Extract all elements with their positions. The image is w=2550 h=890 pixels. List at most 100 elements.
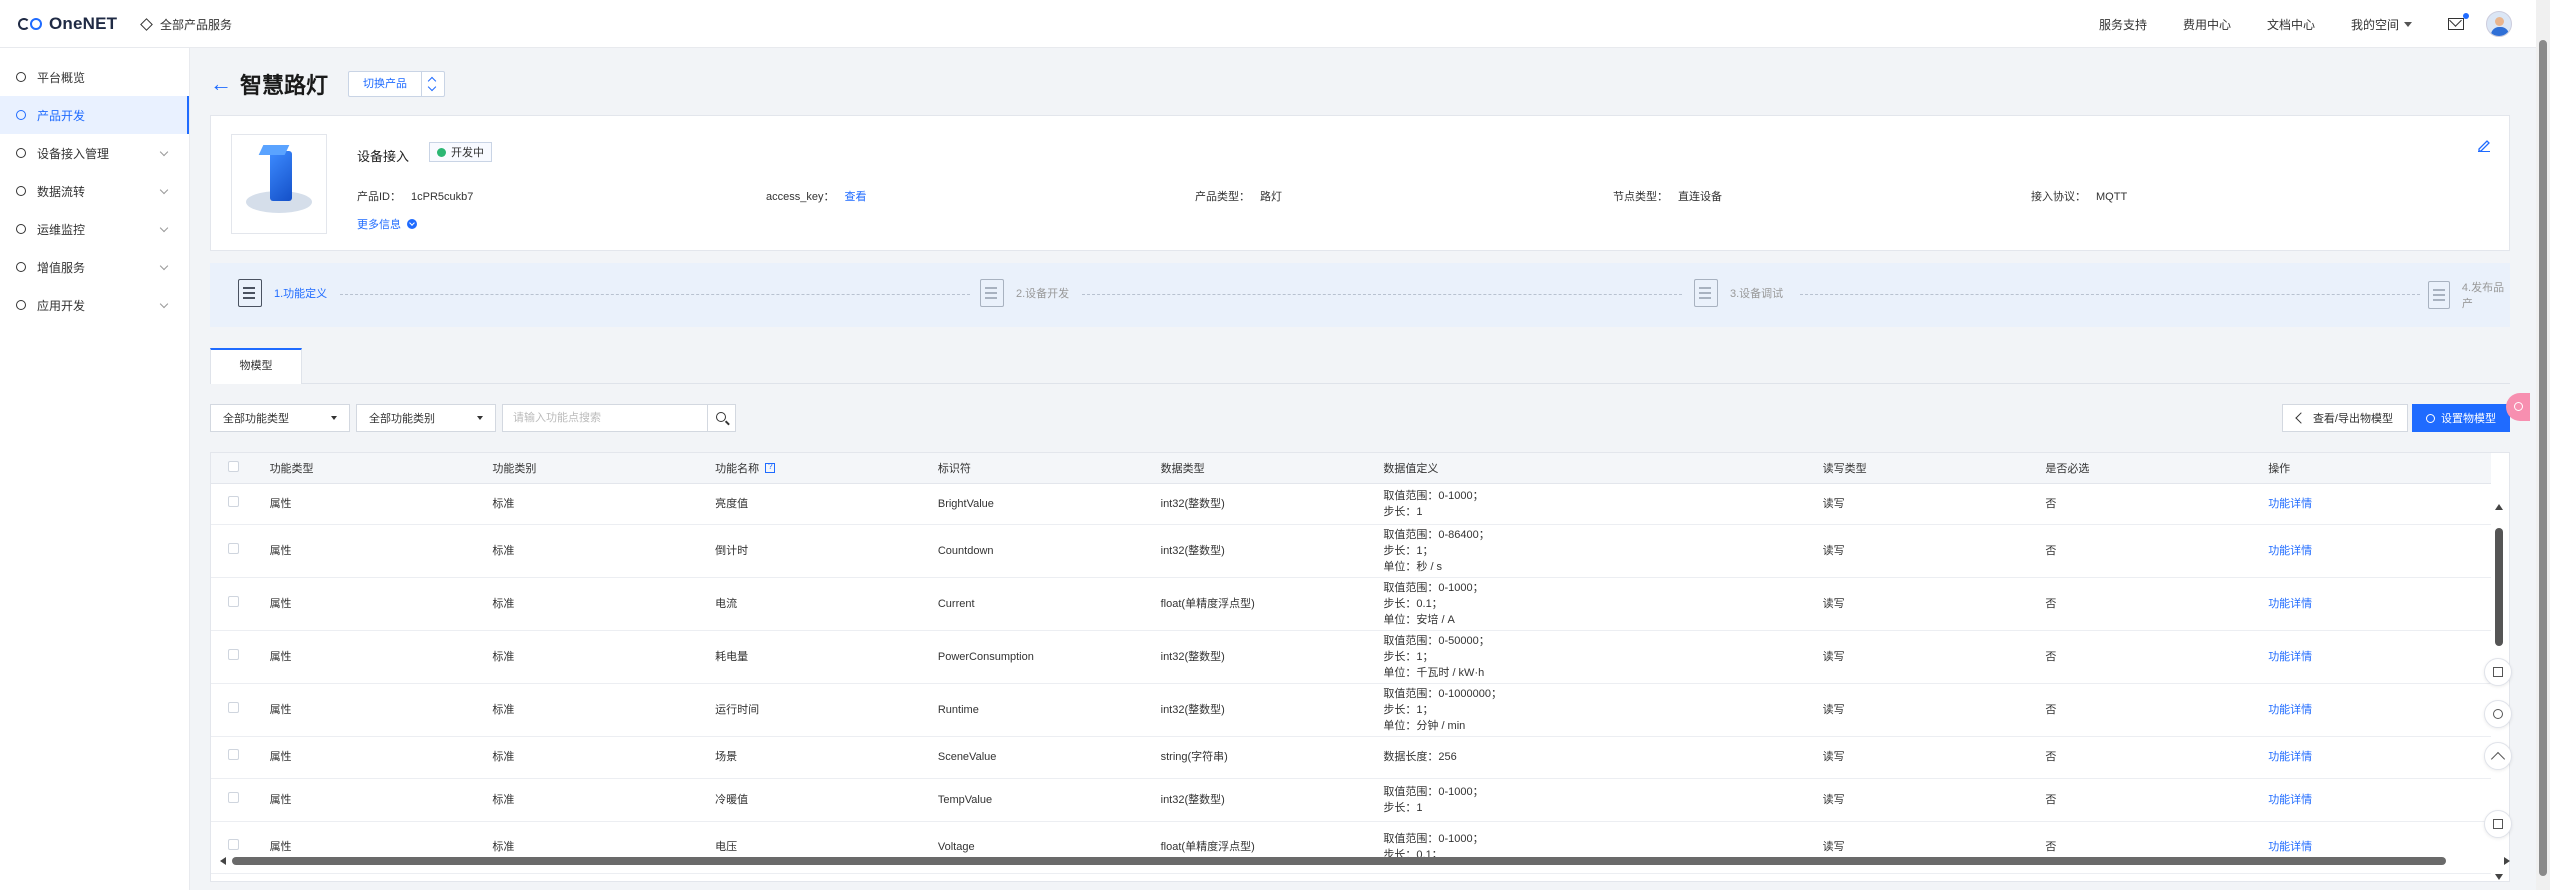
select-all-checkbox[interactable]: [228, 460, 239, 472]
back-arrow-icon[interactable]: ←: [210, 73, 232, 95]
setup-model-button[interactable]: 设置物模型: [2412, 404, 2510, 432]
sidebar-item-app-dev[interactable]: 应用开发: [0, 286, 189, 324]
filter-bar: 全部功能类型 全部功能类别: [210, 404, 736, 432]
row-checkbox[interactable]: [228, 542, 239, 554]
all-products-menu[interactable]: 全部产品服务: [140, 16, 233, 33]
scroll-down-arrow-icon[interactable]: [2495, 874, 2503, 880]
definition-line: 取值范围：0-1000；: [1383, 833, 1484, 845]
view-export-model-button[interactable]: 查看/导出物模型: [2281, 404, 2408, 432]
nav-billing-center[interactable]: 费用中心: [2183, 16, 2231, 33]
scroll-thumb[interactable]: [232, 857, 2446, 865]
onenet-logo[interactable]: OneNET: [18, 14, 117, 34]
access-key-label: access_key：: [766, 191, 835, 203]
nav-docs-center[interactable]: 文档中心: [2267, 16, 2315, 33]
cell-function-type: 属性: [269, 683, 493, 737]
cell-function-name: 电流: [715, 577, 938, 631]
setup-icon: [2426, 413, 2435, 423]
step-divider: [340, 294, 970, 295]
scroll-thumb[interactable]: [2495, 528, 2503, 646]
sidebar-item-data-flow[interactable]: 数据流转: [0, 172, 189, 210]
tab-thing-model[interactable]: 物模型: [210, 348, 302, 384]
row-checkbox[interactable]: [228, 701, 239, 713]
access-key-view-link[interactable]: 查看: [844, 191, 866, 203]
switch-product-button[interactable]: 切换产品: [348, 71, 446, 97]
assistant-icon: [2514, 402, 2523, 411]
help-button[interactable]: [2484, 700, 2512, 728]
row-checkbox[interactable]: [228, 648, 239, 660]
definition-line: 单位：千瓦时 / kW·h: [1383, 666, 1485, 679]
all-products-label: 全部产品服务: [160, 18, 233, 32]
function-type-select[interactable]: 全部功能类型: [210, 404, 350, 432]
definition-line: 取值范围：0-1000；: [1383, 581, 1484, 594]
function-category-select[interactable]: 全部功能类别: [356, 404, 496, 432]
function-detail-link[interactable]: 功能详情: [2268, 751, 2312, 763]
sidebar-item-device-access[interactable]: 设备接入管理: [0, 134, 189, 172]
more-info-link[interactable]: 更多信息: [357, 216, 417, 232]
function-detail-link[interactable]: 功能详情: [2268, 498, 2312, 510]
table-horizontal-scrollbar[interactable]: [220, 856, 2510, 866]
sidebar-item-label: 设备接入管理: [37, 146, 110, 161]
back-to-top-button[interactable]: [2484, 742, 2512, 770]
function-detail-link[interactable]: 功能详情: [2268, 794, 2312, 806]
monitor-icon: [16, 224, 26, 234]
help-icon[interactable]: [765, 462, 776, 473]
edit-icon[interactable]: [2477, 138, 2491, 152]
row-checkbox[interactable]: [228, 791, 239, 803]
assistant-tab[interactable]: [2506, 393, 2530, 421]
cell-data-type: int32(整数型): [1160, 524, 1384, 578]
scroll-right-arrow-icon[interactable]: [2504, 857, 2510, 865]
up-down-icon[interactable]: [422, 72, 444, 96]
product-id-label: 产品ID：: [357, 191, 401, 203]
cell-function-name: 耗电量: [715, 630, 938, 684]
sidebar-item-value-added[interactable]: 增值服务: [0, 248, 189, 286]
cell-rw-type: 读写: [1822, 483, 2046, 525]
row-checkbox[interactable]: [228, 749, 239, 760]
node-type-label: 节点类型：: [1613, 191, 1668, 203]
sidebar-item-ops-monitor[interactable]: 运维监控: [0, 210, 189, 248]
chevron-down-icon: [159, 147, 169, 157]
step-device-dev[interactable]: 2.设备开发: [980, 279, 1069, 307]
cell-identifier: Current: [937, 577, 1161, 631]
function-detail-link[interactable]: 功能详情: [2268, 598, 2312, 610]
sidebar-item-label: 产品开发: [37, 108, 86, 123]
scroll-up-arrow-icon[interactable]: [2495, 504, 2503, 510]
page-scroll-thumb[interactable]: [2539, 40, 2547, 876]
function-detail-link[interactable]: 功能详情: [2268, 545, 2312, 557]
function-detail-link[interactable]: 功能详情: [2268, 841, 2312, 853]
function-detail-link[interactable]: 功能详情: [2268, 704, 2312, 716]
sidebar-item-platform-overview[interactable]: 平台概览: [0, 58, 189, 96]
panel-icon: [2493, 819, 2503, 829]
cell-rw-type: 读写: [1822, 683, 2046, 737]
header-required: 是否必选: [2045, 453, 2269, 484]
row-checkbox[interactable]: [228, 839, 239, 850]
definition-line: 单位：分钟 / min: [1383, 719, 1466, 732]
feedback-button[interactable]: [2484, 658, 2512, 686]
step-device-debug[interactable]: 3.设备调试: [1694, 279, 1783, 307]
avatar[interactable]: [2486, 11, 2512, 37]
caret-down-icon: [331, 416, 337, 420]
nav-my-space[interactable]: 我的空间: [2351, 16, 2412, 33]
nav-service-support[interactable]: 服务支持: [2099, 16, 2147, 33]
definition-line: 单位：安培 / A: [1383, 613, 1455, 626]
search-icon[interactable]: [708, 404, 736, 432]
product-name: 设备接入: [357, 149, 410, 164]
mail-icon[interactable]: [2448, 13, 2469, 30]
page-scrollbar[interactable]: [2536, 0, 2550, 890]
cell-function-type: 属性: [269, 483, 493, 525]
scroll-left-arrow-icon[interactable]: [220, 857, 226, 865]
function-detail-link[interactable]: 功能详情: [2268, 651, 2312, 663]
collapse-button[interactable]: [2484, 810, 2512, 838]
definition-line: 取值范围：0-1000；: [1383, 489, 1484, 502]
row-checkbox[interactable]: [228, 495, 239, 507]
step-publish[interactable]: 4.发布品产: [2428, 279, 2510, 311]
table-row: 属性 标准 倒计时 Countdown int32(整数型) 取值范围：0-86…: [211, 524, 2491, 578]
definition-line: 取值范围：0-1000000；: [1383, 687, 1502, 700]
sidebar-item-product-dev[interactable]: 产品开发: [0, 96, 189, 134]
cell-required: 否: [2045, 630, 2269, 684]
function-search-input[interactable]: [502, 404, 708, 432]
cell-data-type: int32(整数型): [1160, 483, 1384, 525]
sidebar-item-label: 数据流转: [37, 184, 86, 199]
step-function-definition[interactable]: 1.功能定义: [238, 279, 327, 307]
definition-line: 步长：1；: [1383, 650, 1434, 663]
row-checkbox[interactable]: [228, 595, 239, 607]
